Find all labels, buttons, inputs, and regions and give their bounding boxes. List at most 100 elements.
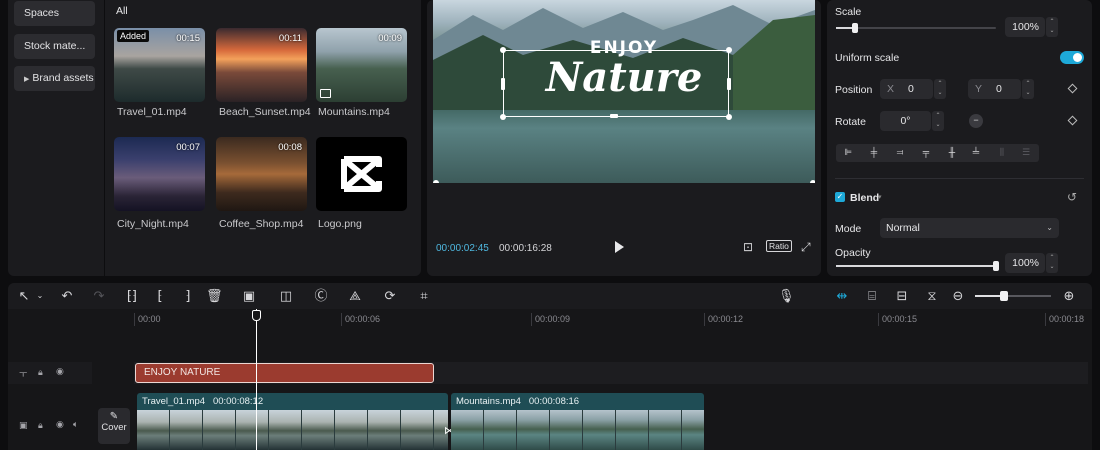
canvas-handle[interactable]: [810, 180, 815, 183]
position-keyframe-icon[interactable]: [1067, 83, 1078, 94]
resize-handle[interactable]: [726, 47, 732, 53]
ratio-button[interactable]: Ratio: [766, 240, 792, 252]
tab-all[interactable]: All: [116, 5, 128, 17]
auto-snap-icon[interactable]: ⌸: [864, 288, 880, 304]
linkage-icon[interactable]: ⊟: [894, 288, 910, 304]
media-name: City_Night.mp4: [117, 218, 189, 230]
undo-icon[interactable]: ↶: [59, 288, 75, 304]
current-time: 00:00:02:45: [436, 243, 489, 254]
split-right-icon[interactable]: ⁆: [180, 288, 196, 304]
blend-checkbox[interactable]: ✓: [835, 192, 845, 202]
media-thumb-travel[interactable]: Added 00:15: [114, 28, 205, 102]
rotate-keyframe-icon[interactable]: [1067, 115, 1078, 126]
position-x-stepper[interactable]: ⌃ ⌄: [934, 79, 946, 99]
slider-knob[interactable]: [852, 23, 858, 33]
cover-button[interactable]: ✎ Cover: [98, 408, 130, 444]
microphone-icon[interactable]: 🎙: [778, 288, 795, 304]
crop-frame-icon[interactable]: ◫: [278, 288, 294, 304]
distribute-v-icon[interactable]: ☰: [1020, 147, 1032, 159]
blend-mode-select[interactable]: Normal ⌄: [880, 218, 1059, 238]
eye-icon[interactable]: ◉: [56, 419, 64, 430]
rotate-icon[interactable]: ⟳: [382, 288, 398, 304]
split-icon[interactable]: ⁅⁆: [124, 288, 140, 304]
playhead-handle[interactable]: [252, 310, 261, 321]
resize-handle[interactable]: [500, 47, 506, 53]
reverse-icon[interactable]: Ⓒ: [313, 288, 329, 304]
position-y-field[interactable]: Y0: [968, 79, 1021, 99]
scale-slider[interactable]: [836, 23, 996, 33]
media-thumb-logo[interactable]: [316, 137, 407, 211]
chevron-down-icon[interactable]: ⌄: [32, 288, 48, 304]
align-middle-v-icon[interactable]: ╫: [946, 147, 958, 159]
align-right-icon[interactable]: ⫤: [894, 147, 906, 159]
nav-brand-assets[interactable]: ▶ Brand assets: [14, 66, 95, 91]
align-center-h-icon[interactable]: ╪: [868, 147, 880, 159]
mirror-icon[interactable]: ⟁: [347, 288, 363, 304]
media-thumb-city[interactable]: 00:07: [114, 137, 205, 211]
zoom-out-icon[interactable]: ⊖: [950, 288, 966, 304]
select-tool-icon[interactable]: ↖: [16, 288, 32, 304]
text-selection-box[interactable]: [503, 50, 729, 117]
preview-axis-icon[interactable]: ⧖: [924, 288, 940, 304]
position-y-stepper[interactable]: ⌃ ⌄: [1022, 79, 1034, 99]
fit-view-icon[interactable]: ⊡: [743, 240, 753, 254]
media-thumb-beach[interactable]: 00:11: [216, 28, 307, 102]
ruler-mark: [704, 313, 705, 326]
zoom-slider[interactable]: [975, 291, 1051, 301]
slider-knob[interactable]: [993, 261, 999, 271]
split-left-icon[interactable]: ⁅: [152, 288, 168, 304]
resize-handle[interactable]: [500, 114, 506, 120]
scale-stepper[interactable]: ⌃ ⌄: [1046, 17, 1058, 37]
nav-spaces[interactable]: Spaces: [14, 1, 95, 26]
mode-label: Mode: [835, 223, 862, 235]
rotate-stepper[interactable]: ⌃ ⌄: [932, 111, 944, 131]
align-top-icon[interactable]: ╤: [920, 147, 932, 159]
rotate-field[interactable]: 0°: [880, 111, 931, 131]
playhead[interactable]: [256, 309, 257, 450]
audio-icon[interactable]: 🔈︎: [73, 419, 78, 430]
rotate-dial-icon[interactable]: −: [969, 114, 983, 128]
distribute-h-icon[interactable]: ⫼: [996, 147, 1008, 159]
resize-handle[interactable]: [610, 114, 618, 118]
resize-handle[interactable]: [727, 78, 731, 90]
position-x-field[interactable]: X0: [880, 79, 933, 99]
zoom-in-icon[interactable]: ⊕: [1061, 288, 1077, 304]
play-button[interactable]: [615, 241, 624, 253]
clip-duration: 00:00:08:16: [528, 396, 580, 407]
slider-knob[interactable]: [1000, 291, 1008, 301]
video-clip-travel[interactable]: Travel_01.mp4 00:00:08:12: [137, 393, 448, 450]
media-name: Logo.png: [318, 218, 362, 230]
frame: [236, 410, 269, 450]
media-thumb-mountains[interactable]: 00:09: [316, 28, 407, 102]
opacity-value-field[interactable]: 100%: [1005, 253, 1045, 273]
duration-label: 00:09: [378, 33, 402, 44]
opacity-slider[interactable]: [836, 261, 999, 271]
clip-name: Travel_01.mp4: [142, 396, 206, 407]
reset-icon[interactable]: ↺: [1067, 190, 1077, 204]
text-clip[interactable]: ENJOY NATURE: [135, 363, 434, 383]
scale-value-field[interactable]: 100%: [1005, 17, 1045, 37]
frame: [269, 410, 302, 450]
nav-stock-materials[interactable]: Stock mate...: [14, 34, 95, 59]
redo-icon[interactable]: ↷: [91, 288, 107, 304]
lock-icon[interactable]: 🔒︎: [38, 420, 43, 431]
resize-handle[interactable]: [726, 114, 732, 120]
align-bottom-icon[interactable]: ╧: [970, 147, 982, 159]
y-label: Y: [975, 83, 983, 95]
lock-icon[interactable]: 🔒︎: [38, 367, 43, 378]
video-clip-mountains[interactable]: Mountains.mp4 00:00:08:16: [451, 393, 704, 450]
preview-canvas[interactable]: ENJOY Nature: [433, 0, 815, 183]
main-track-magnet-icon[interactable]: ⇹: [834, 288, 850, 304]
resize-handle[interactable]: [501, 78, 505, 90]
uniform-scale-toggle[interactable]: [1060, 51, 1084, 64]
canvas-handle[interactable]: [433, 180, 439, 183]
freeze-frame-icon[interactable]: ▣: [241, 288, 257, 304]
media-thumb-coffee[interactable]: 00:08: [216, 137, 307, 211]
fullscreen-icon[interactable]: ⤢: [801, 240, 811, 255]
blend-collapse-icon[interactable]: ▾: [878, 193, 882, 201]
delete-icon[interactable]: 🗑: [206, 288, 223, 304]
eye-icon[interactable]: ◉: [56, 366, 64, 377]
opacity-stepper[interactable]: ⌃ ⌄: [1046, 253, 1058, 273]
align-left-icon[interactable]: ⊫: [842, 147, 854, 159]
crop-icon[interactable]: ⌗: [416, 288, 432, 304]
